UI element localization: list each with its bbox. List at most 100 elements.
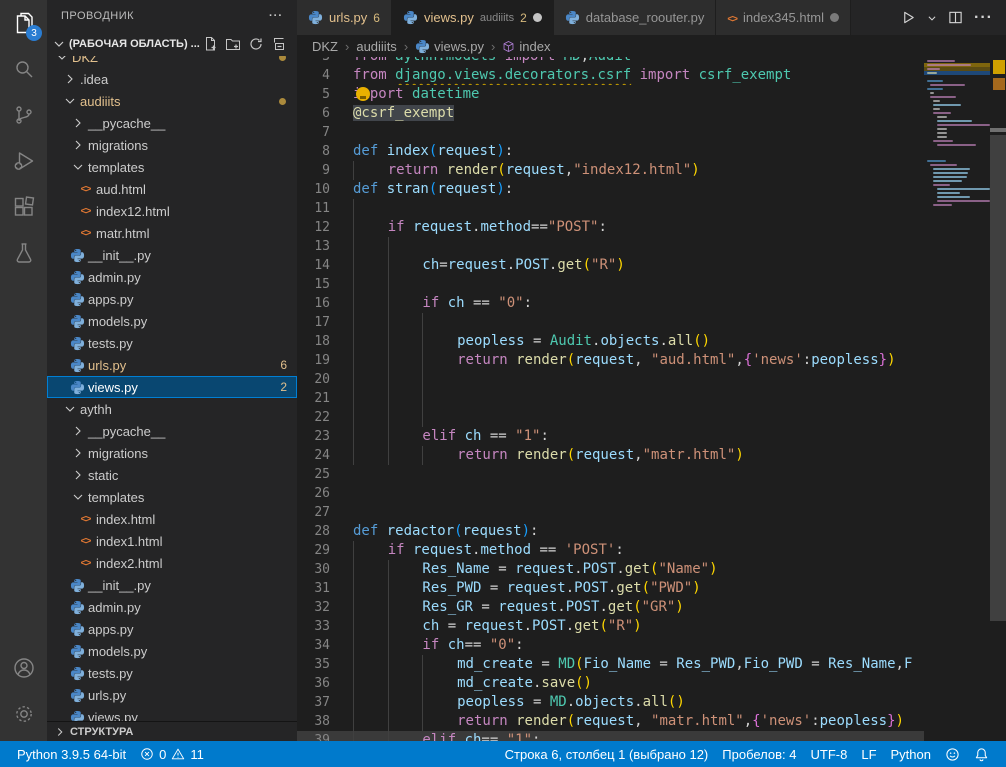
collapse-all-icon[interactable] bbox=[271, 36, 287, 52]
feedback-icon[interactable] bbox=[938, 747, 967, 762]
code-line-4[interactable]: 4from django.views.decorators.csrf impor… bbox=[297, 66, 924, 85]
tree-item-pycache[interactable]: __pycache__ bbox=[47, 112, 297, 134]
breadcrumb-item-views-py[interactable]: views.py bbox=[415, 39, 484, 54]
source-control-icon[interactable] bbox=[0, 92, 47, 138]
tree-item-init-py[interactable]: __init__.py bbox=[47, 574, 297, 596]
tree-item-static[interactable]: static bbox=[47, 464, 297, 486]
split-editor-icon[interactable] bbox=[948, 10, 963, 25]
tree-item-index12-html[interactable]: <>index12.html bbox=[47, 200, 297, 222]
code-line-30[interactable]: 30 Res_Name = request.POST.get("Name") bbox=[297, 560, 924, 579]
code-line-20[interactable]: 20 bbox=[297, 370, 924, 389]
tree-item-models-py[interactable]: models.py bbox=[47, 640, 297, 662]
tree-item-migrations[interactable]: migrations bbox=[47, 442, 297, 464]
tree-item-tests-py[interactable]: tests.py bbox=[47, 662, 297, 684]
run-dropdown-chevron-icon[interactable] bbox=[927, 13, 937, 23]
tree-item-apps-py[interactable]: apps.py bbox=[47, 618, 297, 640]
minimap[interactable] bbox=[924, 59, 990, 741]
code-line-39[interactable]: 39 elif ch== "1": bbox=[297, 731, 924, 741]
code-line-29[interactable]: 29 if request.method == 'POST': bbox=[297, 541, 924, 560]
code-line-36[interactable]: 36 md_create.save() bbox=[297, 674, 924, 693]
breadcrumb-item-dkz[interactable]: DKZ bbox=[312, 39, 338, 54]
tree-item-index-html[interactable]: <>index.html bbox=[47, 508, 297, 530]
tree-item-templates[interactable]: templates bbox=[47, 156, 297, 178]
python-interpreter-status[interactable]: Python 3.9.5 64-bit bbox=[10, 747, 133, 762]
code-line-21[interactable]: 21 bbox=[297, 389, 924, 408]
code-line-15[interactable]: 15 bbox=[297, 275, 924, 294]
tree-item-admin-py[interactable]: admin.py bbox=[47, 266, 297, 288]
tree-item-views-py[interactable]: views.py bbox=[47, 706, 297, 721]
refresh-icon[interactable] bbox=[248, 36, 264, 52]
run-icon[interactable] bbox=[901, 10, 916, 25]
indentation-status[interactable]: Пробелов: 4 bbox=[715, 747, 803, 762]
tab-database-roouter-py[interactable]: database_roouter.py bbox=[554, 0, 717, 35]
more-actions-icon[interactable]: ··· bbox=[974, 9, 993, 27]
tree-item-aythh[interactable]: aythh bbox=[47, 398, 297, 420]
tab-views-py[interactable]: views.pyaudiiits2 bbox=[392, 0, 554, 35]
tree-item-index2-html[interactable]: <>index2.html bbox=[47, 552, 297, 574]
code-line-33[interactable]: 33 ch = request.POST.get("R") bbox=[297, 617, 924, 636]
code-line-17[interactable]: 17 bbox=[297, 313, 924, 332]
code-line-11[interactable]: 11 bbox=[297, 199, 924, 218]
accounts-icon[interactable] bbox=[0, 645, 47, 691]
cursor-position-status[interactable]: Строка 6, столбец 1 (выбрано 12) bbox=[498, 747, 716, 762]
tree-item-urls-py[interactable]: urls.py bbox=[47, 684, 297, 706]
code-line-3[interactable]: 3from aythh.models import MD,Audit bbox=[297, 57, 924, 66]
testing-icon[interactable] bbox=[0, 230, 47, 276]
code-line-34[interactable]: 34 if ch== "0": bbox=[297, 636, 924, 655]
code-line-16[interactable]: 16 if ch == "0": bbox=[297, 294, 924, 313]
code-line-35[interactable]: 35 md_create = MD(Fio_Name = Res_PWD,Fio… bbox=[297, 655, 924, 674]
code-line-7[interactable]: 7 bbox=[297, 123, 924, 142]
tree-item-dkz[interactable]: DKZ bbox=[47, 56, 297, 68]
explorer-icon[interactable]: 3 bbox=[0, 0, 47, 46]
code-line-27[interactable]: 27 bbox=[297, 503, 924, 522]
tab-urls-py[interactable]: urls.py6 bbox=[297, 0, 392, 35]
code-line-38[interactable]: 38 return render(request, "matr.html",{'… bbox=[297, 712, 924, 731]
extensions-icon[interactable] bbox=[0, 184, 47, 230]
language-mode-status[interactable]: Python bbox=[884, 747, 938, 762]
problems-status[interactable]: 0 11 bbox=[133, 747, 211, 762]
code-line-18[interactable]: 18 peopless = Audit.objects.all() bbox=[297, 332, 924, 351]
code-line-5[interactable]: 5import datetime bbox=[297, 85, 924, 104]
code-line-22[interactable]: 22 bbox=[297, 408, 924, 427]
tree-item-models-py[interactable]: models.py bbox=[47, 310, 297, 332]
scrollbar-thumb[interactable] bbox=[990, 135, 1006, 621]
dirty-indicator[interactable] bbox=[830, 13, 839, 22]
code-line-13[interactable]: 13 bbox=[297, 237, 924, 256]
encoding-status[interactable]: UTF-8 bbox=[804, 747, 855, 762]
outline-section-header[interactable]: СТРУКТУРА bbox=[47, 721, 297, 741]
code-line-28[interactable]: 28def redactor(request): bbox=[297, 522, 924, 541]
bell-icon[interactable] bbox=[967, 747, 996, 762]
code-line-37[interactable]: 37 peopless = MD.objects.all() bbox=[297, 693, 924, 712]
code-line-25[interactable]: 25 bbox=[297, 465, 924, 484]
new-file-icon[interactable] bbox=[202, 36, 218, 52]
tree-item-index1-html[interactable]: <>index1.html bbox=[47, 530, 297, 552]
lightbulb-icon[interactable] bbox=[356, 87, 370, 101]
code-line-19[interactable]: 19 return render(request, "aud.html",{'n… bbox=[297, 351, 924, 370]
tree-item-views-py[interactable]: views.py2 bbox=[47, 376, 297, 398]
run-debug-icon[interactable] bbox=[0, 138, 47, 184]
tab-index345-html[interactable]: <>index345.html bbox=[716, 0, 851, 35]
breadcrumb-item-audiiits[interactable]: audiiits bbox=[356, 39, 396, 54]
tree-item-migrations[interactable]: migrations bbox=[47, 134, 297, 156]
tree-item-idea[interactable]: .idea bbox=[47, 68, 297, 90]
eol-status[interactable]: LF bbox=[854, 747, 883, 762]
settings-gear-icon[interactable] bbox=[0, 691, 47, 737]
code-line-10[interactable]: 10def stran(request): bbox=[297, 180, 924, 199]
code-line-32[interactable]: 32 Res_GR = request.POST.get("GR") bbox=[297, 598, 924, 617]
tree-item-audiiits[interactable]: audiiits bbox=[47, 90, 297, 112]
tree-item-matr-html[interactable]: <>matr.html bbox=[47, 222, 297, 244]
tree-item-templates[interactable]: templates bbox=[47, 486, 297, 508]
dirty-indicator[interactable] bbox=[533, 13, 542, 22]
breadcrumb-item-index[interactable]: index bbox=[502, 39, 550, 54]
tree-item-admin-py[interactable]: admin.py bbox=[47, 596, 297, 618]
code-line-9[interactable]: 9 return render(request,"index12.html") bbox=[297, 161, 924, 180]
tree-item-aud-html[interactable]: <>aud.html bbox=[47, 178, 297, 200]
code-line-24[interactable]: 24 return render(request,"matr.html") bbox=[297, 446, 924, 465]
tree-item-tests-py[interactable]: tests.py bbox=[47, 332, 297, 354]
code-line-26[interactable]: 26 bbox=[297, 484, 924, 503]
tree-item-pycache[interactable]: __pycache__ bbox=[47, 420, 297, 442]
workspace-section-header[interactable]: (РАБОЧАЯ ОБЛАСТЬ) ... bbox=[47, 32, 297, 56]
search-icon[interactable] bbox=[0, 46, 47, 92]
code-line-31[interactable]: 31 Res_PWD = request.POST.get("PWD") bbox=[297, 579, 924, 598]
tree-item-urls-py[interactable]: urls.py6 bbox=[47, 354, 297, 376]
